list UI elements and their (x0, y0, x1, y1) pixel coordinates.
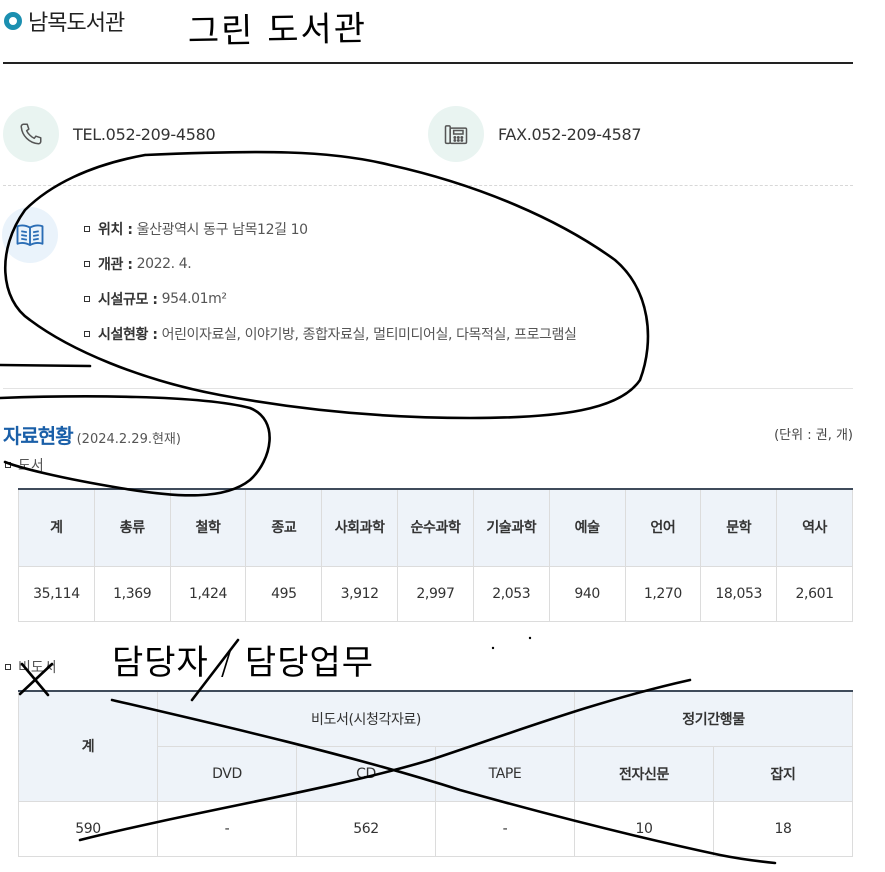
fax-contact: FAX.052-209-4587 (428, 106, 642, 162)
cell-newspaper: 10 (574, 800, 714, 857)
info-facilities: 시설현황 : 어린이자료실, 이야기방, 종합자료실, 멀티미디어실, 다목적실,… (84, 316, 577, 351)
handwriting-staff: 담당자 / 담당업무 (112, 643, 374, 683)
cell-nonbook-total: 590 (18, 800, 158, 857)
cell-technology: 2,053 (472, 565, 550, 622)
facility-info-list: 위치 : 울산광역시 동구 남목12길 10 개관 :2022. 4. 시설규모 … (84, 211, 577, 351)
col-pure-science: 순수과학 (397, 488, 474, 567)
info-size: 시설규모 :954.01m² (84, 281, 577, 316)
cell-language: 1,270 (624, 565, 702, 622)
col-philosophy: 철학 (169, 488, 247, 567)
col-group-av: 비도서(시청각자료) (157, 690, 575, 747)
cell-cd: 562 (296, 800, 436, 857)
col-nonbook-total: 계 (18, 690, 158, 802)
cell-pure-science: 2,997 (397, 565, 474, 622)
contact-divider (3, 185, 853, 186)
col-cd: CD (296, 745, 436, 802)
cell-philosophy: 1,424 (169, 565, 247, 622)
col-language: 언어 (624, 488, 702, 567)
cell-religion: 495 (245, 565, 323, 622)
col-religion: 종교 (245, 488, 323, 567)
page-title: 남목도서관 (28, 11, 125, 36)
info-location: 위치 : 울산광역시 동구 남목12길 10 (84, 211, 577, 246)
info-opening: 개관 :2022. 4. (84, 246, 577, 281)
cell-tape: - (435, 800, 575, 857)
books-subtitle: 도서 (5, 455, 44, 475)
open-book-icon (2, 207, 58, 263)
title-divider (3, 62, 853, 64)
col-tape: TAPE (435, 745, 575, 802)
tel-number: TEL.052-209-4580 (73, 124, 216, 144)
handwriting-title: 그린 도서관 (188, 9, 368, 52)
col-social-science: 사회과학 (321, 488, 399, 567)
cell-general: 1,369 (93, 565, 171, 622)
cell-social-science: 3,912 (321, 565, 399, 622)
info-divider (3, 388, 853, 389)
unit-label: (단위 : 권, 개) (774, 428, 853, 443)
cell-total: 35,114 (18, 565, 95, 622)
col-dvd: DVD (157, 745, 297, 802)
books-header-row: 계 총류 철학 종교 사회과학 순수과학 기술과학 예술 언어 문학 역사 (18, 488, 853, 567)
col-general: 총류 (93, 488, 171, 567)
cell-history: 2,601 (776, 565, 853, 622)
table-row: 35,114 1,369 1,424 495 3,912 2,997 2,053… (18, 565, 853, 622)
col-group-periodical: 정기간행물 (574, 690, 853, 747)
fax-icon (428, 106, 484, 162)
tel-contact: TEL.052-209-4580 (3, 106, 216, 162)
annotation-pointer-line (0, 363, 92, 368)
books-table: 계 총류 철학 종교 사회과학 순수과학 기술과학 예술 언어 문학 역사 35… (18, 488, 853, 622)
col-newspaper: 전자신문 (574, 745, 714, 802)
page-header: 남목도서관 (4, 6, 125, 36)
table-row: 590 - 562 - 10 18 (18, 800, 853, 857)
cell-magazine: 18 (713, 800, 853, 857)
nonbook-subtitle: 비도서 (5, 657, 57, 677)
nonbook-table: 계 비도서(시청각자료) 정기간행물 DVD CD TAPE 전자신문 잡지 5… (18, 690, 853, 857)
phone-icon (3, 106, 59, 162)
col-history: 역사 (776, 488, 853, 567)
fax-number: FAX.052-209-4587 (498, 124, 642, 144)
cell-literature: 18,053 (700, 565, 778, 622)
col-magazine: 잡지 (713, 745, 853, 802)
cell-arts: 940 (548, 565, 626, 622)
col-total: 계 (18, 488, 95, 567)
col-arts: 예술 (548, 488, 626, 567)
cell-dvd: - (157, 800, 297, 857)
title-bullet-icon (4, 12, 22, 30)
col-literature: 문학 (700, 488, 778, 567)
collection-title: 자료현황 (2024.2.29.현재) (3, 424, 181, 448)
col-technology: 기술과학 (472, 488, 550, 567)
nonbook-header-row-1: 계 비도서(시청각자료) 정기간행물 (18, 690, 853, 802)
